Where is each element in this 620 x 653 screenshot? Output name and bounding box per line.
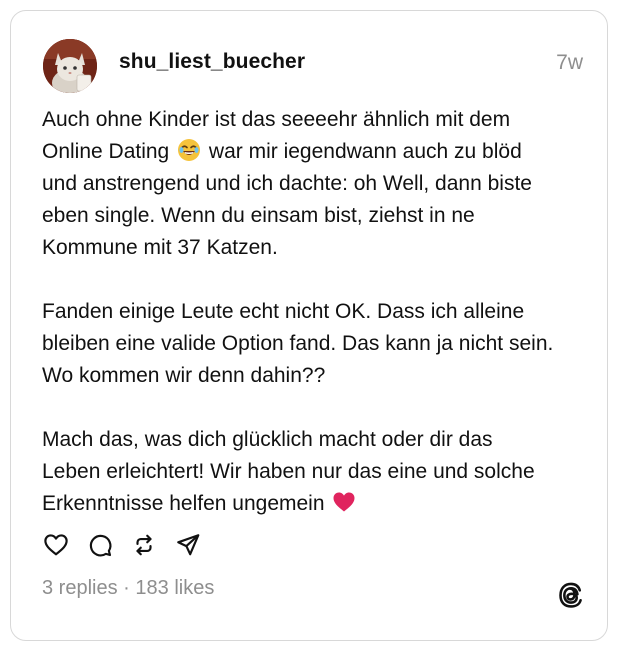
timestamp: 7w (556, 51, 583, 74)
share-icon (177, 534, 200, 556)
text-line: bleiben eine valide Option fand. Das kan… (42, 332, 554, 355)
red-heart-emoji-icon (333, 492, 355, 512)
text-line: Online Dating war mir iegendwann auch zu… (42, 136, 602, 168)
reply-icon (89, 534, 112, 557)
text-line: eben single. Wenn du einsam bist, ziehst… (42, 204, 475, 227)
avatar[interactable] (43, 39, 97, 93)
text-fragment: Online Dating (42, 140, 176, 163)
text-line: Mach das, was dich glücklich macht oder … (42, 428, 493, 451)
like-button[interactable] (42, 531, 70, 559)
text-line: Kommune mit 37 Katzen. (42, 236, 278, 259)
replies-count[interactable]: 3 replies (42, 577, 118, 599)
text-line: und anstrengend und ich dachte: oh Well,… (42, 172, 532, 195)
share-button[interactable] (174, 531, 202, 559)
likes-count[interactable]: 183 likes (135, 577, 214, 599)
paragraph-3: Mach das, was dich glücklich macht oder … (42, 424, 602, 520)
post-stats: 3 replies · 183 likes (42, 577, 214, 600)
text-line: Erkenntnisse helfen ungemein (42, 488, 602, 520)
cat-avatar-icon (43, 39, 97, 93)
text-fragment: Erkenntnisse helfen ungemein (42, 492, 331, 515)
text-line: Leben erleichtert! Wir haben nur das ein… (42, 460, 535, 483)
laughing-emoji-icon (178, 139, 201, 161)
text-line: Fanden einige Leute echt nicht OK. Dass … (42, 300, 525, 323)
reply-button[interactable] (86, 531, 114, 559)
text-line: Wo kommen wir denn dahin?? (42, 364, 326, 387)
threads-logo-icon[interactable] (557, 581, 585, 609)
repost-button[interactable] (130, 531, 158, 559)
text-line: Auch ohne Kinder ist das seeeehr ähnlich… (42, 108, 511, 131)
paragraph-2: Fanden einige Leute echt nicht OK. Dass … (42, 296, 602, 392)
action-bar (42, 531, 218, 559)
paragraph-1: Auch ohne Kinder ist das seeeehr ähnlich… (42, 104, 602, 264)
text-fragment: war mir iegendwann auch zu blöd (203, 140, 522, 163)
stats-separator: · (117, 577, 136, 599)
post-text: Auch ohne Kinder ist das seeeehr ähnlich… (42, 104, 602, 552)
repost-icon (136, 534, 152, 556)
username[interactable]: shu_liest_buecher (119, 50, 305, 74)
post-card: shu_liest_buecher 7w Auch ohne Kinder is… (10, 10, 608, 641)
heart-icon (44, 534, 68, 556)
